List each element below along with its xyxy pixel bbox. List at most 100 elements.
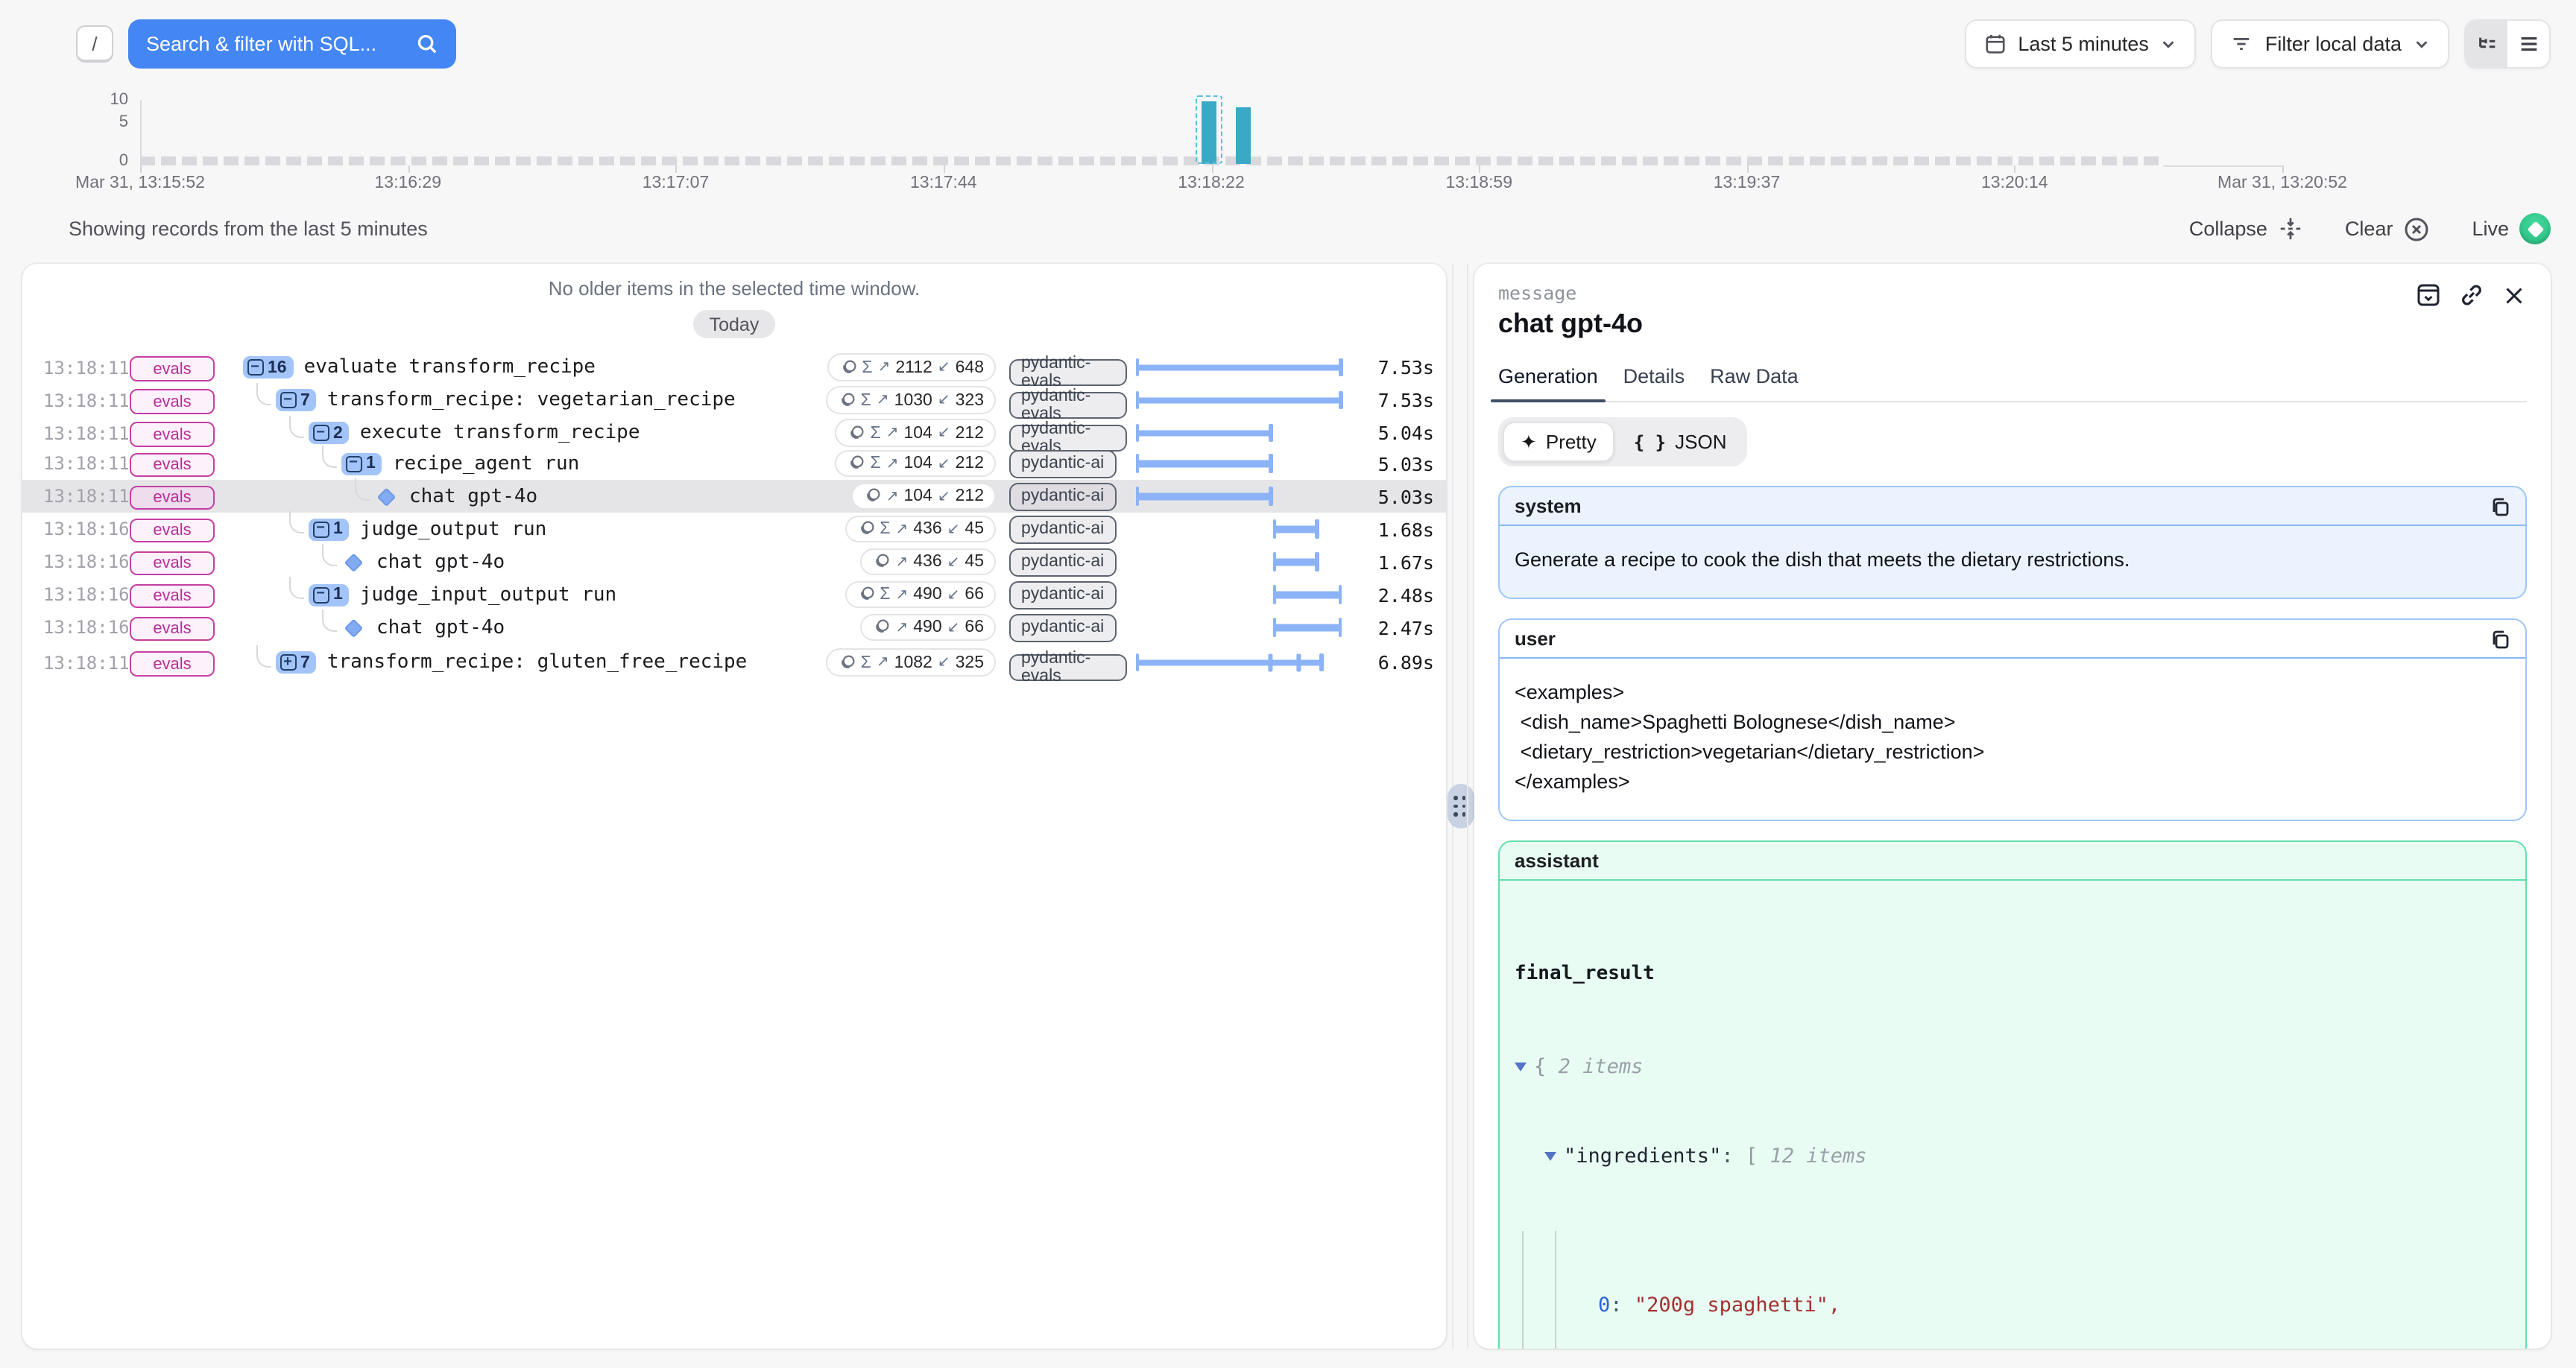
tab-details[interactable]: Details [1623,365,1685,401]
trace-row[interactable]: 13:18:16 evals − 1 judge_output run Σ ↗ … [22,513,1446,545]
copy-icon[interactable] [2490,495,2510,516]
row-scope-cell: pydantic-evals [996,381,1127,419]
trace-row[interactable]: 13:18:11 evals + 7 transform_recipe: glu… [22,644,1446,677]
date-chip-today: Today [693,310,776,338]
chart-x-tick [2015,165,2016,173]
evals-tag-badge[interactable]: evals [130,422,215,447]
json-collapse-chevron-icon[interactable] [1544,1151,1556,1160]
zero-bucket-dash [161,156,176,165]
tree-connector [322,609,337,632]
tab-generation[interactable]: Generation [1498,365,1598,401]
scope-badge[interactable]: pydantic-ai [1009,450,1116,478]
trace-row[interactable]: 13:18:11 evals − 2 execute transform_rec… [22,414,1446,447]
collapse-button-label: Collapse [2189,218,2267,240]
evals-tag-badge[interactable]: evals [130,652,215,677]
trace-row[interactable]: 13:18:16 evals chat gpt-4o ↗ 490 ↙ 66 [22,611,1446,644]
scope-badge[interactable]: pydantic-ai [1009,581,1116,609]
span-label: execute transform_recipe [360,422,640,444]
zero-bucket-dash [1852,156,1866,165]
expander-toggle[interactable]: − 1 [309,583,350,606]
row-duration: 2.47s [1351,616,1434,639]
copy-icon[interactable] [2490,628,2510,649]
token-usage-pill: Σ ↗ 1082 ↙ 325 [826,649,996,677]
copy-link-button[interactable] [2458,282,2485,308]
search-button[interactable]: Search & filter with SQL... [128,19,456,69]
output-arrow-icon: ↙ [938,392,950,408]
chart-x-tick [408,165,409,173]
evals-tag-badge[interactable]: evals [130,390,215,414]
scope-badge[interactable]: pydantic-evals [1009,654,1127,682]
filter-local-data-dropdown[interactable]: Filter local data [2212,19,2449,69]
input-tokens: 1082 [894,653,932,671]
trace-row[interactable]: 13:18:11 evals − 7 transform_recipe: veg… [22,381,1446,414]
expander-toggle[interactable]: − 7 [276,389,317,411]
panel-drag-handle[interactable] [1447,784,1474,829]
evals-tag-badge[interactable]: evals [130,452,215,477]
zero-bucket-dash [1914,156,1929,165]
tab-raw-data[interactable]: Raw Data [1710,365,1799,401]
evals-tag-badge[interactable]: evals [130,518,215,542]
gantt-track [1136,381,1342,419]
evals-tag-badge[interactable]: evals [130,551,215,575]
duration-bar [1136,659,1323,666]
json-root-line[interactable]: { 2 items [1515,1052,2510,1082]
pretty-mode-button[interactable]: ✦ Pretty [1503,422,1614,462]
json-ingredients-line[interactable]: "ingredients": [ 12 items [1515,1141,2510,1171]
row-gantt-cell [1127,349,1351,387]
json-mode-button[interactable]: { } JSON [1617,422,1743,462]
evals-tag-badge[interactable]: evals [130,485,215,510]
row-duration: 1.67s [1351,551,1434,573]
input-tokens: 490 [913,586,941,604]
row-timestamp: 13:18:11 [43,357,130,378]
zero-bucket-dash [432,156,447,165]
zero-bucket-dash [1601,156,1616,165]
evals-tag-badge[interactable]: evals [130,583,215,608]
collapse-button[interactable]: Collapse [2189,216,2303,241]
trace-row[interactable]: 13:18:16 evals chat gpt-4o ↗ 436 ↙ 45 [22,545,1446,578]
trace-row[interactable]: 13:18:11 evals chat gpt-4o ↗ 104 ↙ 212 [22,480,1446,513]
scope-badge[interactable]: pydantic-evals [1009,425,1127,452]
input-tokens: 2112 [895,358,932,376]
trace-row[interactable]: 13:18:11 evals − 16 evaluate transform_r… [22,349,1446,381]
expander-toggle[interactable]: − 1 [341,452,382,475]
span-detail-panel: message chat gpt-4o [1474,264,2551,1349]
collapse-vertical-icon [2278,216,2303,241]
zero-bucket-dash [1685,156,1699,165]
chart-bar[interactable] [1236,107,1251,164]
live-toggle[interactable]: Live [2472,213,2551,244]
zero-bucket-dash [745,156,760,165]
chart-x-tick-label: 13:18:59 [1445,174,1512,192]
evals-tag-badge[interactable]: evals [130,616,215,641]
expander-box-icon: − [280,392,296,408]
json-item-count: 12 items [1770,1144,1866,1168]
assistant-json-viewer: final_result { 2 items "ingredients": [ … [1500,881,2525,1349]
expander-toggle[interactable]: − 2 [309,422,350,444]
records-timeline-chart[interactable]: 1050Mar 31, 13:15:5213:16:2913:17:0713:1… [0,82,2576,198]
tree-connector [289,511,304,533]
trace-rows: 13:18:11 evals − 16 evaluate transform_r… [22,349,1446,677]
chart-x-tick [2282,165,2284,173]
zero-bucket-dash [2081,156,2096,165]
zero-bucket-dash [474,156,489,165]
scope-badge[interactable]: pydantic-ai [1009,614,1116,642]
coins-icon [838,391,856,409]
token-usage-pill: Σ ↗ 1030 ↙ 323 [826,387,996,414]
clear-button[interactable]: Clear [2345,215,2431,242]
zero-bucket-dash [2060,156,2075,165]
evals-tag-badge[interactable]: evals [130,357,215,381]
archive-save-button[interactable] [2415,282,2442,308]
scope-badge[interactable]: pydantic-ai [1009,516,1116,543]
close-panel-button[interactable] [2501,282,2527,308]
expander-toggle[interactable]: − 16 [243,356,294,379]
time-range-dropdown[interactable]: Last 5 minutes [1964,19,2197,69]
trace-row[interactable]: 13:18:11 evals − 1 recipe_agent run Σ ↗ … [22,447,1446,480]
output-arrow-icon: ↙ [947,586,960,603]
json-collapse-chevron-icon[interactable] [1515,1062,1527,1071]
tree-view-toggle[interactable] [2466,21,2507,67]
trace-row[interactable]: 13:18:16 evals − 1 judge_input_output ru… [22,578,1446,611]
expander-toggle[interactable]: − 1 [309,518,350,540]
expander-toggle[interactable]: + 7 [276,651,317,674]
scope-badge[interactable]: pydantic-ai [1009,483,1116,510]
list-view-toggle[interactable] [2507,21,2549,67]
scope-badge[interactable]: pydantic-ai [1009,548,1116,576]
